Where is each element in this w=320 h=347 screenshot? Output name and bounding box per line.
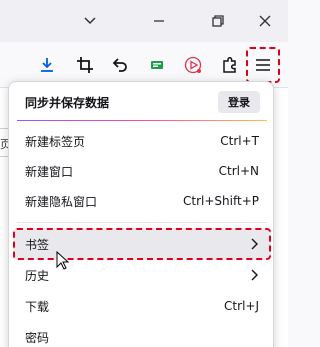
menu-item-new-window[interactable]: 新建窗口 Ctrl+N <box>15 156 269 186</box>
menu-item-label: 密码 <box>25 330 50 345</box>
menu-item-shortcut: Ctrl+T <box>220 134 259 148</box>
play-recorder-icon[interactable] <box>178 50 208 80</box>
menu-item-label: 新建窗口 <box>25 164 74 179</box>
app-menu-panel: 同步并保存数据 登录 新建标签页 Ctrl+T 新建窗口 Ctrl+N 新建隐私… <box>8 81 274 347</box>
menu-item-label: 下载 <box>25 299 50 314</box>
menu-item-passwords[interactable]: 密码 <box>15 322 269 347</box>
gradient-divider <box>17 120 267 121</box>
sync-header: 同步并保存数据 登录 <box>9 82 273 120</box>
chevron-right-icon <box>251 238 258 250</box>
sync-title: 同步并保存数据 <box>25 96 110 110</box>
hamburger-menu-icon[interactable] <box>246 47 280 83</box>
menu-item-shortcut: Ctrl+Shift+P <box>183 194 259 208</box>
menu-item-label: 书签 <box>25 237 50 252</box>
menu-item-new-tab[interactable]: 新建标签页 Ctrl+T <box>15 126 269 156</box>
mouse-cursor-icon <box>56 251 70 270</box>
menu-item-label: 历史 <box>25 268 50 283</box>
restore-icon[interactable] <box>207 10 229 32</box>
chevron-down-icon[interactable] <box>79 10 101 32</box>
crop-screenshot-icon[interactable] <box>70 50 100 80</box>
menu-item-label: 新建标签页 <box>25 134 86 149</box>
menu-item-history[interactable]: 历史 <box>15 260 269 290</box>
extension-green-icon[interactable] <box>142 50 172 80</box>
extensions-puzzle-icon[interactable] <box>215 50 245 80</box>
chevron-right-icon <box>251 269 258 281</box>
menu-item-label: 新建隐私窗口 <box>25 194 98 209</box>
title-bar <box>0 0 288 42</box>
undo-icon[interactable] <box>105 50 135 80</box>
menu-item-bookmarks[interactable]: 书签 <box>13 228 271 260</box>
menu-item-shortcut: Ctrl+N <box>218 164 259 178</box>
login-button[interactable]: 登录 <box>218 91 260 113</box>
menu-item-shortcut: Ctrl+J <box>224 299 259 313</box>
close-icon[interactable] <box>254 10 276 32</box>
download-icon[interactable] <box>32 50 62 80</box>
minimize-icon[interactable] <box>148 10 170 32</box>
menu-item-new-private-window[interactable]: 新建隐私窗口 Ctrl+Shift+P <box>15 186 269 216</box>
menu-item-downloads[interactable]: 下载 Ctrl+J <box>15 291 269 321</box>
menu-divider <box>17 222 267 223</box>
